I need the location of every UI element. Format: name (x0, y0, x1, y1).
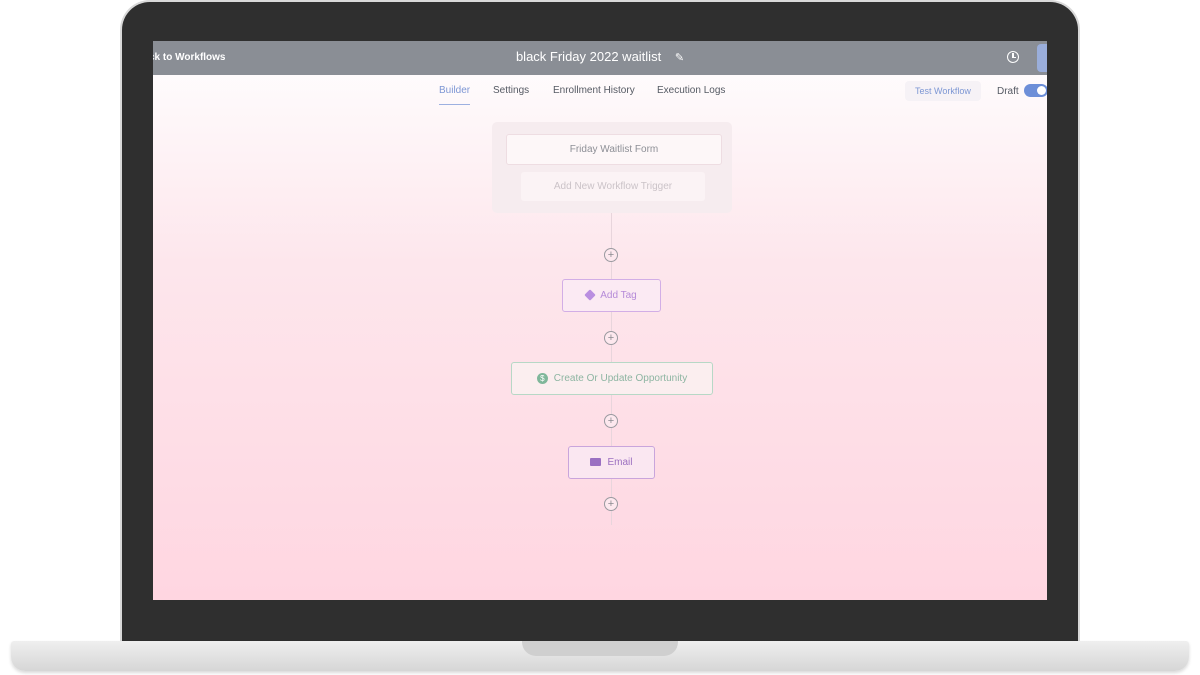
laptop-notch (522, 641, 678, 656)
toggle-knob (1037, 86, 1046, 95)
clock-icon[interactable] (1007, 51, 1019, 63)
tab-execution-logs[interactable]: Execution Logs (657, 85, 725, 104)
action-email[interactable]: Email (568, 446, 655, 479)
workflow-title-area: black Friday 2022 waitlist ✎ (153, 49, 1047, 64)
trigger-container: Friday Waitlist Form Add New Workflow Tr… (492, 122, 732, 213)
action-label: Email (607, 457, 633, 468)
tab-settings[interactable]: Settings (493, 85, 529, 104)
tab-enrollment-history[interactable]: Enrollment History (553, 85, 635, 104)
test-workflow-button[interactable]: Test Workflow (905, 81, 981, 101)
mail-icon (590, 458, 602, 467)
pencil-icon[interactable]: ✎ (675, 51, 684, 64)
draft-label: Draft (997, 86, 1019, 97)
tab-builder[interactable]: Builder (439, 85, 471, 105)
add-step-button[interactable]: + (604, 414, 618, 428)
action-label: Create Or Update Opportunity (553, 373, 688, 384)
top-bar: ck to Workflows black Friday 2022 waitli… (153, 41, 1047, 75)
action-label: Add Tag (600, 290, 637, 301)
trigger-item-friday-waitlist-form[interactable]: Friday Waitlist Form (506, 134, 722, 165)
app-screen: ck to Workflows black Friday 2022 waitli… (153, 41, 1047, 600)
action-create-or-update-opportunity[interactable]: $ Create Or Update Opportunity (511, 362, 713, 395)
workflow-title: black Friday 2022 waitlist (515, 49, 662, 64)
dollar-icon: $ (536, 372, 548, 384)
action-add-tag[interactable]: Add Tag (562, 279, 661, 312)
add-workflow-trigger-button[interactable]: Add New Workflow Trigger (521, 172, 705, 201)
draft-toggle[interactable] (1024, 84, 1047, 97)
top-right-button[interactable] (1037, 44, 1047, 72)
add-step-button[interactable]: + (604, 248, 618, 262)
tag-icon (584, 289, 596, 302)
add-step-button[interactable]: + (604, 331, 618, 345)
add-step-button[interactable]: + (604, 497, 618, 511)
